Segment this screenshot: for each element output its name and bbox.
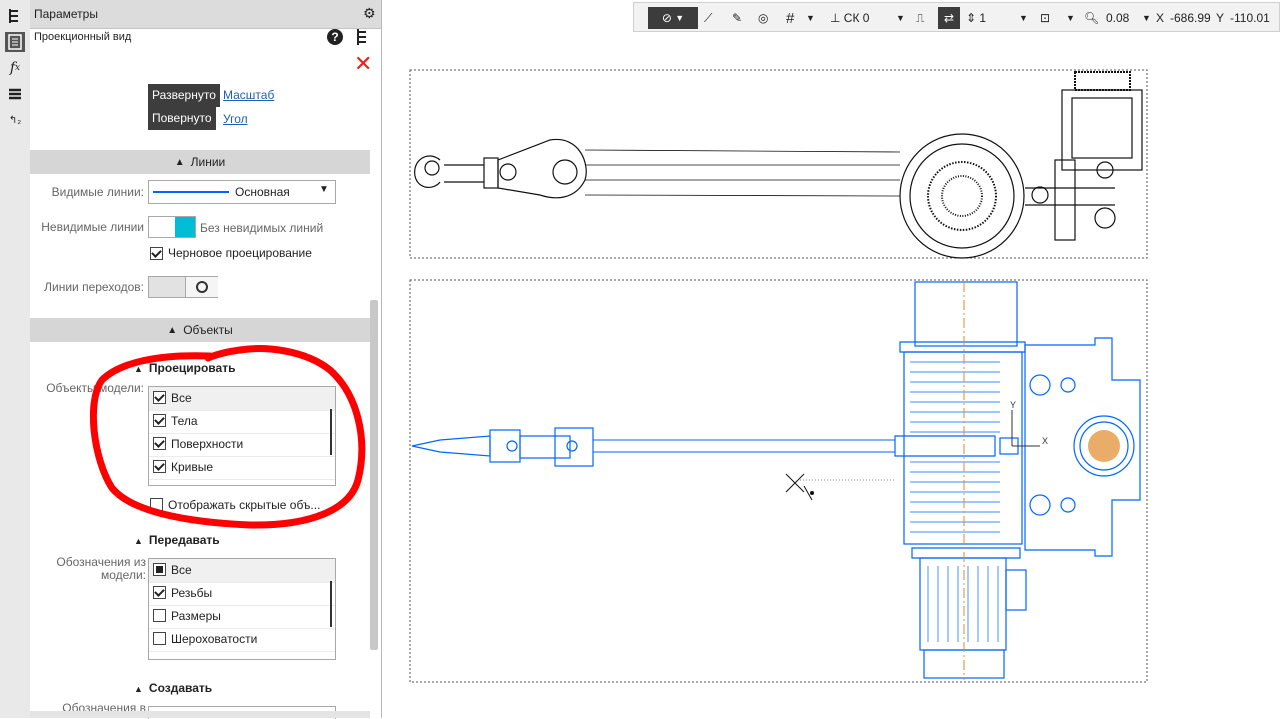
- chevron-down-icon: ▼: [675, 13, 685, 23]
- view-snap-icon[interactable]: ◎: [758, 7, 768, 29]
- ortho-icon[interactable]: ⟋: [704, 7, 712, 29]
- front-view-drawing[interactable]: [411, 281, 1141, 679]
- round-icon[interactable]: ⇄: [938, 7, 960, 29]
- item-checkbox[interactable]: [153, 586, 166, 599]
- zoom-window-icon[interactable]: ⊡: [1040, 7, 1050, 29]
- line-sample: [153, 191, 229, 193]
- panel-footer: [30, 711, 370, 718]
- item-checkbox[interactable]: [153, 563, 166, 576]
- item-checkbox[interactable]: [153, 609, 166, 622]
- step-icon[interactable]: ⎍: [916, 7, 924, 29]
- tree-icon[interactable]: [5, 6, 25, 26]
- gear-icon[interactable]: ⚙: [363, 5, 376, 22]
- help-icon[interactable]: ?: [327, 29, 343, 45]
- y-coord-value[interactable]: -110.01: [1230, 7, 1270, 29]
- hidden-lines-label: Невидимые линии: [41, 220, 144, 234]
- chevron-up-icon: ▲: [167, 324, 178, 336]
- list-scrollbar[interactable]: [330, 581, 332, 627]
- panel-subtitle: Проекционный вид: [34, 31, 132, 43]
- visible-lines-select[interactable]: Основная ▼: [148, 180, 336, 204]
- chevron-down-icon[interactable]: ▼: [1142, 7, 1151, 29]
- x-coord-label: X: [1156, 11, 1165, 25]
- grid-icon[interactable]: #: [786, 7, 794, 29]
- visible-lines-label: Видимые линии:: [51, 185, 144, 199]
- panel-title: Параметры: [34, 7, 98, 21]
- chevron-up-icon: ▲: [134, 684, 143, 694]
- hidden-lines-value: Без невидимых линий: [200, 221, 324, 235]
- list-item[interactable]: Размеры: [149, 605, 335, 629]
- chevron-down-icon[interactable]: ▼: [1066, 7, 1075, 29]
- transition-lines-toggle[interactable]: [148, 276, 218, 298]
- left-icon-strip: fx ↰₂: [0, 0, 31, 718]
- panel-header: Параметры ⚙: [30, 0, 381, 29]
- transition-lines-label: Линии переходов:: [44, 280, 144, 294]
- cs-select[interactable]: ⊥ СК 0: [830, 7, 869, 29]
- chevron-up-icon: ▲: [174, 156, 185, 168]
- cursor-marker: [785, 473, 896, 501]
- top-view-drawing[interactable]: [414, 71, 1143, 259]
- x-coord-value[interactable]: -686.99: [1170, 7, 1211, 29]
- visible-lines-value: Основная: [235, 185, 290, 199]
- local-snap-icon[interactable]: ✎: [732, 7, 742, 29]
- toggle-knob: [175, 217, 195, 237]
- chevron-down-icon[interactable]: ▼: [1019, 7, 1028, 29]
- layer-select[interactable]: ⇕ 1: [966, 7, 986, 29]
- transfer-label-line2: модели:: [101, 568, 146, 582]
- scale-link[interactable]: Масштаб: [223, 88, 274, 102]
- list-item[interactable]: Шероховатости: [149, 628, 335, 652]
- create-header[interactable]: ▲ Создавать: [134, 681, 212, 695]
- chevron-down-icon: ▼: [319, 184, 329, 195]
- objects-section-header[interactable]: ▲ Объекты: [30, 318, 370, 342]
- draft-label: Черновое проецирование: [168, 246, 312, 260]
- magnet-icon: ⊘: [661, 11, 672, 25]
- gear-fill: [1088, 430, 1120, 462]
- y-axis-label: Y: [1010, 400, 1016, 410]
- chevron-down-icon[interactable]: ▼: [806, 7, 815, 29]
- snap-button[interactable]: ⊘ ▼: [648, 7, 698, 29]
- close-icon[interactable]: ✕: [354, 53, 372, 75]
- layer-icon: ⇕: [966, 11, 977, 25]
- y-coord-label: Y: [1216, 11, 1225, 25]
- drawing-canvas[interactable]: Y X: [381, 32, 1280, 718]
- transfer-list: Все Резьбы Размеры Шероховатости: [148, 558, 336, 660]
- list-item[interactable]: Резьбы: [149, 582, 335, 606]
- draft-checkbox[interactable]: [150, 247, 163, 260]
- x-axis-label: X: [1042, 436, 1048, 446]
- table-icon[interactable]: [5, 32, 25, 52]
- list-item[interactable]: Все: [149, 559, 335, 583]
- angle-link[interactable]: Угол: [223, 112, 248, 126]
- item-checkbox[interactable]: [153, 632, 166, 645]
- layers-icon[interactable]: [5, 84, 25, 104]
- red-highlight-annotation: [90, 345, 366, 529]
- tree-icon[interactable]: [356, 28, 368, 49]
- chevron-down-icon[interactable]: ▼: [896, 7, 905, 29]
- top-view-frame[interactable]: [409, 69, 1148, 259]
- cs-icon: ⊥: [830, 11, 841, 25]
- hidden-lines-toggle[interactable]: [148, 216, 196, 238]
- zoom-icon[interactable]: 🔍︎: [1084, 7, 1099, 29]
- transfer-label-line1: Обозначения из: [56, 555, 146, 569]
- front-view-frame[interactable]: [409, 279, 1148, 683]
- drawing-toolbar: ⊘ ▼ ⟋ ✎ ◎ # ▼ ⊥ СК 0 ▼ ⎍ ⇄ ⇕ 1 ▼ ⊡ ▼ 🔍︎ …: [633, 2, 1280, 32]
- zoom-value[interactable]: 0.08: [1106, 7, 1129, 29]
- fx-icon[interactable]: fx: [5, 58, 25, 78]
- circle-icon: [185, 277, 218, 297]
- rotated-tag[interactable]: Повернуто: [148, 107, 216, 130]
- expanded-tag[interactable]: Развернуто: [148, 84, 220, 107]
- order-icon[interactable]: ↰₂: [5, 110, 25, 130]
- parameters-panel: Параметры ⚙ Проекционный вид ? ✕ Разверн…: [30, 0, 382, 719]
- axes-indicator: [1011, 410, 1040, 447]
- lines-section-header[interactable]: ▲ Линии: [30, 150, 370, 174]
